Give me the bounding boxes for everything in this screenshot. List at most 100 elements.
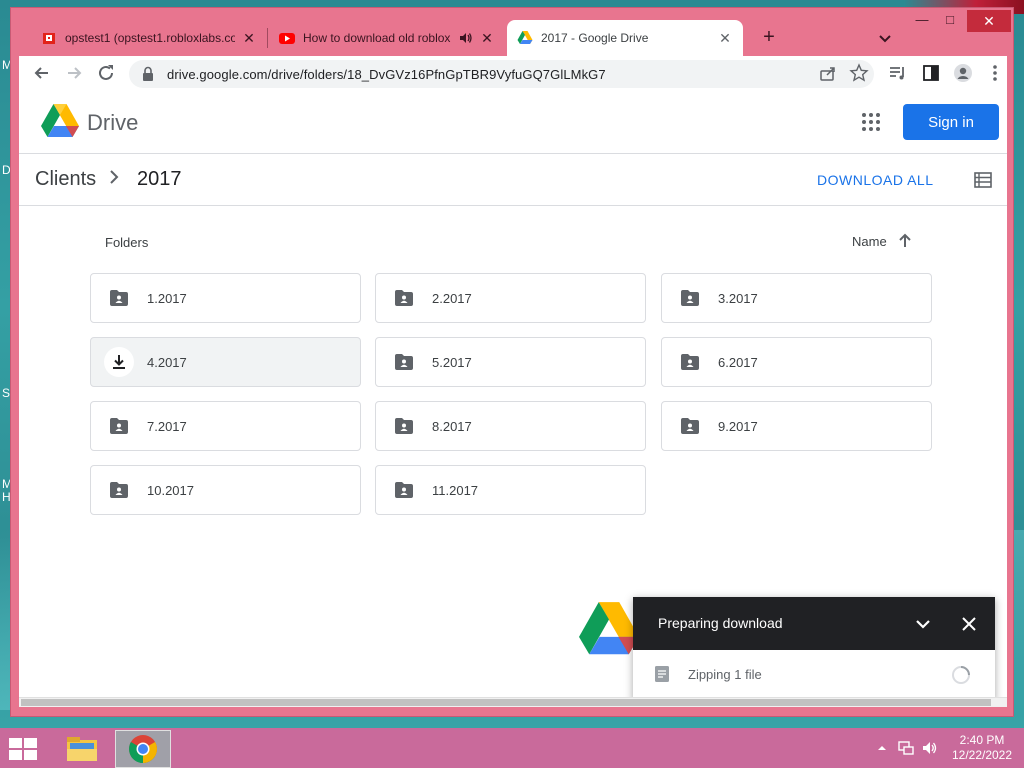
folder-card[interactable]: 9.2017 [661,401,932,451]
audio-playing-icon[interactable] [459,31,473,45]
tab-google-drive[interactable]: 2017 - Google Drive ✕ [507,20,743,56]
back-arrow-icon[interactable] [31,62,53,84]
shared-folder-icon [681,354,699,370]
taskbar: 2:40 PM 12/22/2022 [0,728,1024,768]
sort-by-name-button[interactable]: Name [852,234,887,249]
folder-name: 8.2017 [432,418,472,434]
youtube-favicon-icon [279,33,295,44]
shared-folder-icon [110,418,128,434]
sort-ascending-arrow-icon[interactable] [895,231,915,251]
browser-window: opstest1 (opstest1.robloxlabs.co ✕ How t… [10,7,1014,717]
windows-start-icon[interactable] [8,737,38,761]
reload-icon[interactable] [95,62,117,84]
folder-card[interactable]: 11.2017 [375,465,646,515]
clock-time: 2:40 PM [959,733,1005,747]
google-drive-watermark-icon [579,602,639,655]
breadcrumb: Clients 2017 DOWNLOAD ALL [19,154,1007,206]
side-panel-icon[interactable] [921,63,941,83]
folder-card[interactable]: 3.2017 [661,273,932,323]
shared-folder-icon [395,482,413,498]
download-item-row: Zipping 1 file [633,650,995,701]
section-heading-folders: Folders [105,235,149,250]
forward-arrow-icon[interactable] [63,62,85,84]
folder-card[interactable]: 8.2017 [375,401,646,451]
tab-title: How to download old roblox [303,31,451,45]
file-document-icon [655,666,669,682]
scrollbar-thumb[interactable] [21,699,991,706]
browser-toolbar: drive.google.com/drive/folders/18_DvGVz1… [19,56,1007,90]
shared-folder-icon [681,418,699,434]
folder-name: 10.2017 [147,482,194,498]
folder-card[interactable]: 1.2017 [90,273,361,323]
file-explorer-icon [67,737,97,761]
folder-name: 11.2017 [432,482,479,498]
drive-product-name[interactable]: Drive [87,110,138,136]
folder-card[interactable]: 10.2017 [90,465,361,515]
horizontal-scrollbar[interactable] [19,697,1007,707]
loading-spinner-icon [952,666,970,684]
profile-avatar-icon[interactable] [953,63,973,83]
breadcrumb-parent-link[interactable]: Clients [35,168,96,191]
folder-name: 7.2017 [147,418,187,434]
download-button[interactable] [104,347,134,377]
desktop-icon-label-partial[interactable]: S [2,386,10,400]
shared-folder-icon [681,290,699,306]
url-text[interactable]: drive.google.com/drive/folders/18_DvGVz1… [167,67,606,82]
tab-title: opstest1 (opstest1.robloxlabs.co [65,31,235,45]
share-icon[interactable] [818,63,838,83]
minimize-button[interactable]: — [908,12,936,32]
google-drive-logo-icon[interactable] [41,104,79,138]
shared-folder-icon [395,290,413,306]
download-panel-title: Preparing download [658,615,783,631]
shared-folder-icon [110,290,128,306]
folder-card[interactable]: 5.2017 [375,337,646,387]
tab-search-chevron-icon[interactable] [875,28,895,48]
tab-close-icon[interactable]: ✕ [241,30,257,47]
taskbar-chrome[interactable] [115,730,171,768]
download-panel-header: Preparing download [633,597,995,650]
folder-name: 2.2017 [432,290,472,306]
roblox-favicon-icon [43,33,55,44]
folder-card[interactable]: 7.2017 [90,401,361,451]
shared-folder-icon [395,418,413,434]
shared-folder-icon [110,482,128,498]
network-icon[interactable] [898,740,914,756]
volume-icon[interactable] [922,740,938,756]
browser-menu-icon[interactable] [985,63,1005,83]
google-drive-favicon-icon [517,31,533,44]
breadcrumb-current: 2017 [137,168,182,190]
download-status-text: Zipping 1 file [688,667,762,682]
list-view-icon[interactable] [973,170,993,190]
tab-close-icon[interactable]: ✕ [479,30,495,47]
maximize-button[interactable]: □ [936,12,964,32]
taskbar-file-explorer[interactable] [54,730,110,768]
download-progress-panel: Preparing download Zipping 1 file [633,597,995,701]
clock-date: 12/22/2022 [951,748,1013,762]
folder-name: 1.2017 [147,290,187,306]
folder-name: 3.2017 [718,290,758,306]
tab-separator [267,28,268,48]
tab-youtube[interactable]: How to download old roblox ✕ [269,20,505,56]
new-tab-button[interactable]: + [757,26,781,49]
folder-card[interactable]: 4.2017 [90,337,361,387]
chevron-right-icon [110,170,119,184]
download-all-button[interactable]: DOWNLOAD ALL [817,172,933,188]
tray-expand-icon[interactable] [874,740,890,756]
chevron-down-icon[interactable] [913,614,933,634]
folder-card[interactable]: 2.2017 [375,273,646,323]
lock-icon[interactable] [139,65,157,83]
tab-opstest1[interactable]: opstest1 (opstest1.robloxlabs.co ✕ [31,20,267,56]
tab-strip: opstest1 (opstest1.robloxlabs.co ✕ How t… [11,8,1013,56]
google-apps-grid-icon[interactable] [861,112,881,132]
taskbar-clock[interactable]: 2:40 PM 12/22/2022 [946,733,1018,763]
bookmark-star-icon[interactable] [849,63,869,83]
drive-page: Drive Sign in Clients 2017 DOWNLOAD ALL … [19,90,1007,707]
folder-card[interactable]: 6.2017 [661,337,932,387]
close-icon[interactable] [959,614,979,634]
media-control-icon[interactable] [888,63,908,83]
sign-in-button[interactable]: Sign in [903,104,999,140]
address-bar[interactable]: drive.google.com/drive/folders/18_DvGVz1… [129,60,874,88]
tab-close-icon[interactable]: ✕ [717,30,733,47]
window-close-button[interactable]: ✕ [967,10,1011,32]
folder-name: 9.2017 [718,418,758,434]
